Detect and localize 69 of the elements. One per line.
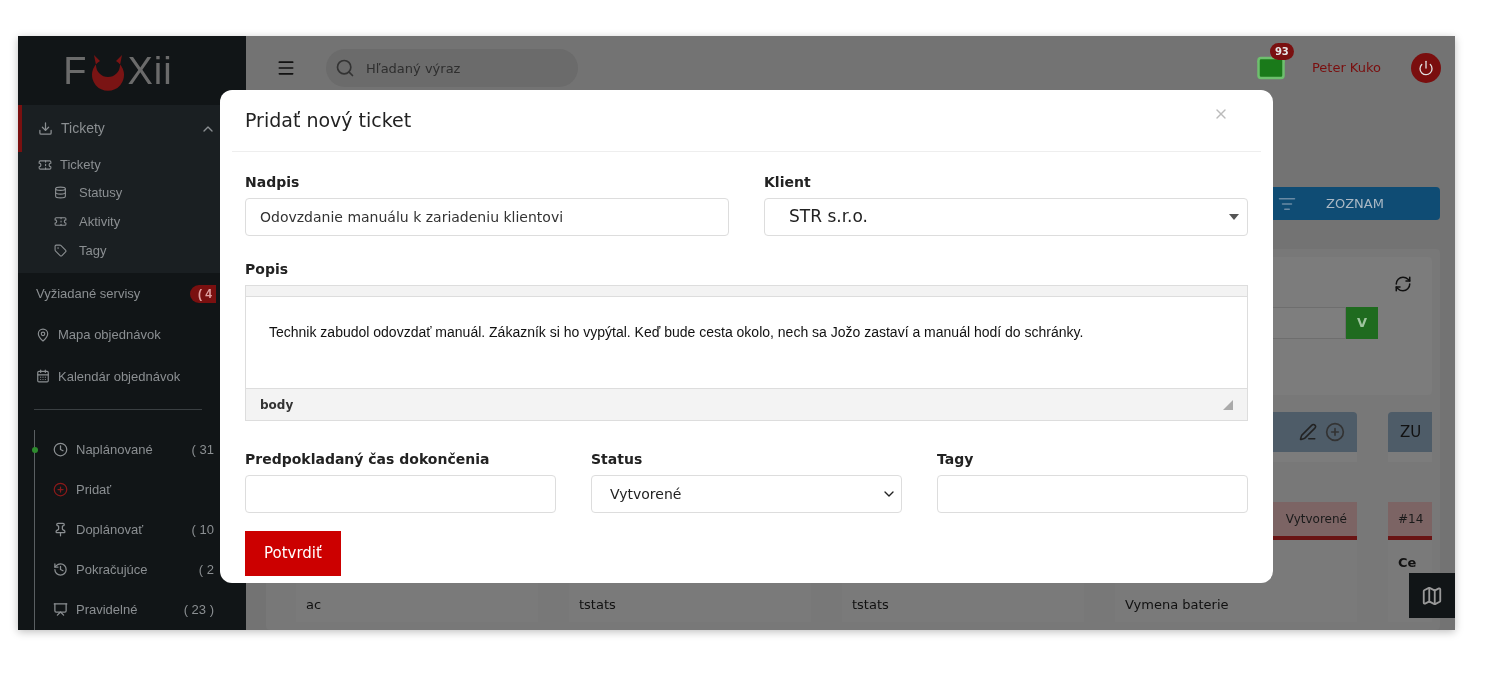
sidebar-item[interactable]: Mapa objednávok <box>58 325 161 345</box>
map-search-button[interactable] <box>1409 573 1455 618</box>
power-button[interactable] <box>1411 53 1441 83</box>
tags-field[interactable] <box>937 475 1248 513</box>
sidebar-item[interactable]: Tagy <box>79 240 107 261</box>
refresh-icon[interactable] <box>1394 275 1412 293</box>
history-icon <box>53 562 68 578</box>
pin-icon <box>53 522 68 538</box>
sidebar-item[interactable]: Naplánované <box>76 440 153 460</box>
menu-icon[interactable] <box>276 58 296 78</box>
resize-handle-icon[interactable] <box>1223 399 1233 410</box>
sidebar-item[interactable]: Tickety <box>61 118 105 140</box>
date-field[interactable] <box>245 475 556 513</box>
ticket-icon <box>38 158 52 173</box>
sidebar-item[interactable]: Pravidelné <box>76 600 138 620</box>
sidebar-item[interactable]: Tickety <box>60 155 101 175</box>
column-title: ZU <box>1400 421 1422 443</box>
map-icon <box>1421 584 1443 607</box>
field-label: Status <box>591 450 643 467</box>
download-icon <box>38 121 53 137</box>
client-select[interactable]: STR s.r.o. <box>764 198 1248 236</box>
title-field[interactable]: Odovzdanie manuálu k zariadeniu klientovi <box>245 198 729 236</box>
filter-button[interactable]: V <box>1346 307 1378 339</box>
editor-text: Technik zabudol odovzdať manuál. Zákazník si ho vypýtal. Keď bude cesta okolo, nech sa Jožo zastaví a manuál hodí do schránky. <box>269 323 1085 342</box>
database-icon <box>54 186 67 200</box>
status-select[interactable]: Vytvorené <box>591 475 902 513</box>
notification-badge: 93 <box>1269 43 1294 60</box>
power-icon <box>1418 60 1434 76</box>
presentation-icon <box>53 602 68 618</box>
clock-icon <box>53 442 68 458</box>
sidebar-item[interactable]: Aktivity <box>79 211 121 232</box>
search-field[interactable]: Hľadaný výraz <box>326 49 578 87</box>
field-label: Nadpis <box>245 173 300 190</box>
ticket-number: #14 <box>1398 511 1424 528</box>
sidebar-item[interactable]: Doplánovať <box>76 520 144 540</box>
ticket-title: tstats <box>852 597 889 612</box>
ticket-title: Vymena baterie <box>1125 597 1229 612</box>
plus-circle-icon <box>53 482 68 498</box>
submit-button[interactable]: Potvrdiť <box>245 531 341 576</box>
logo-text: F <box>63 51 88 90</box>
dialog-title: Pridať nový ticket <box>245 108 412 134</box>
count-badge: ( 4 <box>190 284 216 303</box>
count-text: ( 10 <box>191 521 214 540</box>
map-pin-icon <box>36 328 50 343</box>
field-label: Predpokladaný čas dokončenia <box>245 450 490 467</box>
count-text: ( 31 <box>191 441 214 460</box>
count-text: ( 2 <box>198 561 214 580</box>
sidebar-item[interactable]: Vyžiadané servisy <box>36 284 141 304</box>
logo-text: Xii <box>127 51 173 90</box>
rich-text-editor[interactable]: Technik zabudol odovzdať manuál. Zákazník si ho vypýtal. Keď bude cesta okolo, nech sa Jožo zastaví a manuál hodí do schránky. body <box>245 285 1248 421</box>
status-label: Vytvorené <box>1285 511 1347 528</box>
count-text: ( 23 ) <box>183 601 214 620</box>
element-path: body <box>260 396 294 414</box>
calendar-icon <box>36 369 50 384</box>
pen-icon[interactable] <box>1299 423 1317 441</box>
field-label: Tagy <box>937 450 974 467</box>
ticket-title: tstats <box>579 597 616 612</box>
sidebar-item[interactable]: Statusy <box>79 182 123 203</box>
dropdown-arrow-icon <box>1229 214 1239 220</box>
sidebar-item[interactable]: Pokračujúce <box>76 560 148 580</box>
field-label: Popis <box>245 260 289 277</box>
ticket-title: Ce <box>1398 555 1417 570</box>
sidebar-item[interactable]: Pridať <box>76 480 112 500</box>
tag-icon <box>54 244 67 258</box>
ticket-icon <box>54 215 67 229</box>
field-label: Klient <box>764 173 811 190</box>
ticket-title: ac <box>306 597 322 612</box>
sidebar-item[interactable]: Kalendár objednávok <box>58 366 181 387</box>
search-icon <box>335 58 355 78</box>
